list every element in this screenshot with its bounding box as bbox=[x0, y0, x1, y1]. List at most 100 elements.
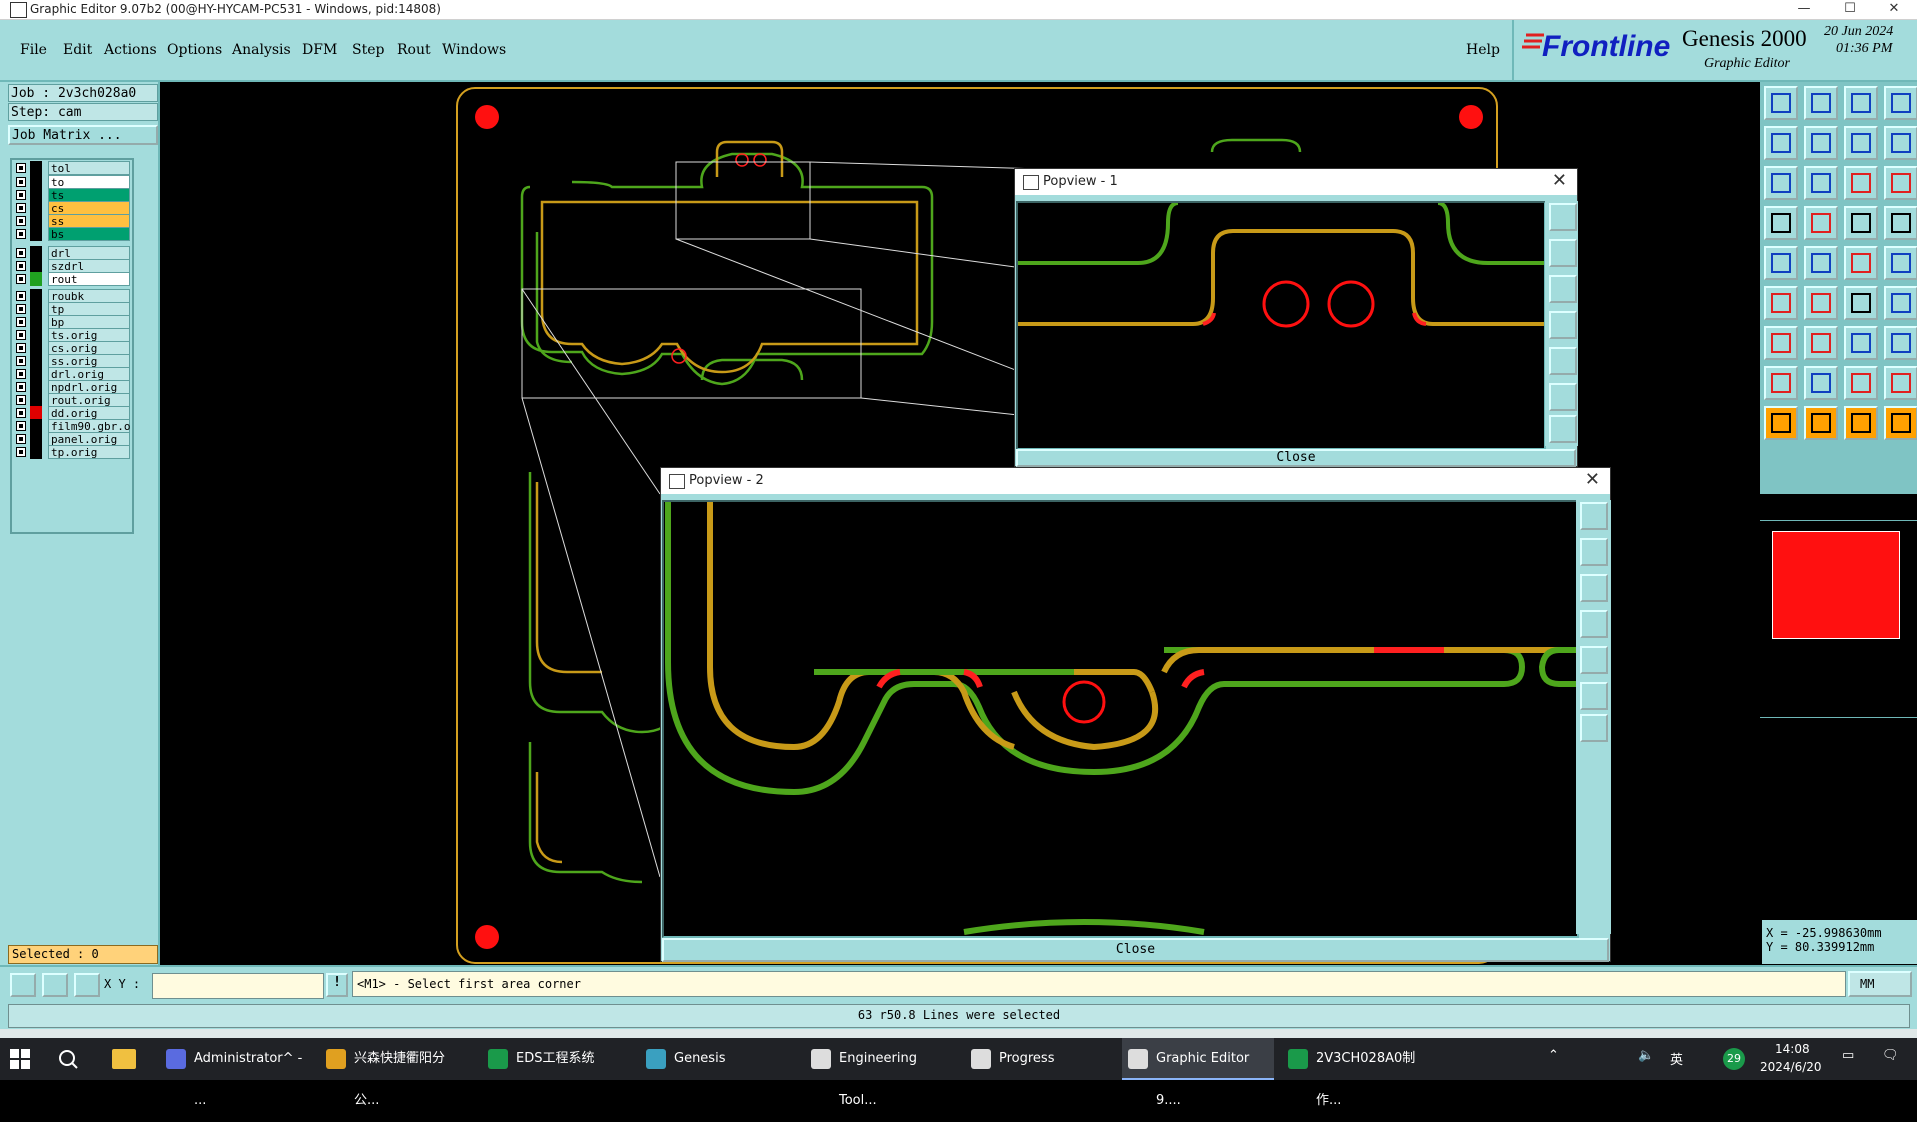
tool-button-r9-c2[interactable] bbox=[1804, 406, 1838, 440]
units-selector[interactable]: MM bbox=[1848, 971, 1912, 997]
layer-name[interactable]: drl bbox=[48, 246, 130, 260]
measure-mode-button[interactable] bbox=[42, 973, 68, 997]
layer-color-swatch[interactable] bbox=[30, 289, 42, 303]
layer-color-swatch[interactable] bbox=[30, 272, 42, 286]
tray-language[interactable]: 英 bbox=[1670, 1049, 1683, 1068]
layer-name[interactable]: tp bbox=[48, 302, 130, 316]
layer-name[interactable]: tol bbox=[48, 161, 130, 175]
layer-checkbox[interactable] bbox=[16, 163, 26, 173]
layer-checkbox[interactable] bbox=[16, 356, 26, 366]
layer-color-swatch[interactable] bbox=[30, 201, 42, 215]
taskbar-item[interactable]: Genesis bbox=[640, 1038, 790, 1080]
layer-row-rout[interactable]: rout bbox=[14, 272, 130, 286]
layer-row-dd-orig[interactable]: dd.orig bbox=[14, 406, 130, 420]
popview-1-close-icon[interactable]: ✕ bbox=[1552, 170, 1567, 191]
tool-button-r2-c3[interactable] bbox=[1844, 126, 1878, 160]
volume-icon[interactable]: 🔈 bbox=[1638, 1048, 1654, 1063]
tray-chevron-icon[interactable]: ⌃ bbox=[1548, 1048, 1559, 1063]
taskbar-item[interactable]: 兴森快捷衢阳分公... bbox=[320, 1038, 470, 1108]
layer-name[interactable]: film90.gbr.o bbox=[48, 419, 130, 433]
popview-pan-right-button[interactable] bbox=[1580, 646, 1608, 674]
menu-step[interactable]: Step bbox=[352, 42, 384, 58]
layer-color-swatch[interactable] bbox=[30, 380, 42, 394]
show-desktop-icon[interactable]: ▭ bbox=[1842, 1048, 1854, 1063]
tool-button-r5-c1[interactable] bbox=[1764, 246, 1798, 280]
layer-checkbox[interactable] bbox=[16, 421, 26, 431]
popview-pan-down-button[interactable] bbox=[1549, 275, 1577, 303]
file-explorer-icon[interactable] bbox=[112, 1049, 136, 1069]
layer-row-film90-gbr-o[interactable]: film90.gbr.o bbox=[14, 419, 130, 433]
layer-checkbox[interactable] bbox=[16, 261, 26, 271]
popview-2-canvas[interactable] bbox=[662, 500, 1579, 938]
layer-color-swatch[interactable] bbox=[30, 406, 42, 420]
popview-pan-down-button[interactable] bbox=[1580, 574, 1608, 602]
layer-color-swatch[interactable] bbox=[30, 445, 42, 459]
layer-color-swatch[interactable] bbox=[30, 175, 42, 189]
tray-date[interactable]: 2024/6/20 bbox=[1760, 1060, 1822, 1074]
layer-row-ts-orig[interactable]: ts.orig bbox=[14, 328, 130, 342]
taskbar-item[interactable]: Graphic Editor 9.... bbox=[1122, 1038, 1274, 1108]
layer-checkbox[interactable] bbox=[16, 274, 26, 284]
layer-name[interactable]: to bbox=[48, 175, 130, 189]
tool-button-r8-c2[interactable] bbox=[1804, 366, 1838, 400]
layer-checkbox[interactable] bbox=[16, 248, 26, 258]
alert-button[interactable]: ! bbox=[326, 973, 348, 997]
menu-help[interactable]: Help bbox=[1466, 42, 1500, 58]
layer-checkbox[interactable] bbox=[16, 343, 26, 353]
tool-button-r4-c4[interactable] bbox=[1884, 206, 1917, 240]
layer-row-ss[interactable]: ss bbox=[14, 214, 130, 228]
layer-checkbox[interactable] bbox=[16, 177, 26, 187]
layer-checkbox[interactable] bbox=[16, 304, 26, 314]
layer-checkbox[interactable] bbox=[16, 317, 26, 327]
layer-checkbox[interactable] bbox=[16, 229, 26, 239]
taskbar-item[interactable]: Administrator^ - ... bbox=[160, 1038, 310, 1108]
layer-name[interactable]: szdrl bbox=[48, 259, 130, 273]
taskbar-item[interactable]: Engineering Tool... bbox=[805, 1038, 955, 1108]
tool-button-r9-c4[interactable] bbox=[1884, 406, 1917, 440]
layer-color-swatch[interactable] bbox=[30, 214, 42, 228]
layer-row-tp-orig[interactable]: tp.orig bbox=[14, 445, 130, 459]
taskbar-item[interactable]: Progress bbox=[965, 1038, 1115, 1080]
layer-name[interactable]: drl.orig bbox=[48, 367, 130, 381]
layer-color-swatch[interactable] bbox=[30, 328, 42, 342]
layer-color-swatch[interactable] bbox=[30, 259, 42, 273]
taskbar-item[interactable]: 2V3CH028A0制作... bbox=[1282, 1038, 1434, 1108]
layer-row-cs[interactable]: cs bbox=[14, 201, 130, 215]
tool-button-r6-c3[interactable] bbox=[1844, 286, 1878, 320]
xy-input[interactable] bbox=[152, 973, 324, 999]
layer-name[interactable]: cs bbox=[48, 201, 130, 215]
tool-button-r1-c3[interactable] bbox=[1844, 86, 1878, 120]
popview-pan-right-button[interactable] bbox=[1549, 347, 1577, 375]
layer-row-roubk[interactable]: roubk bbox=[14, 289, 130, 303]
layer-name[interactable]: ts.orig bbox=[48, 328, 130, 342]
snap-mode-button[interactable] bbox=[10, 973, 36, 997]
layer-color-swatch[interactable] bbox=[30, 393, 42, 407]
tool-button-r4-c3[interactable] bbox=[1844, 206, 1878, 240]
layer-row-szdrl[interactable]: szdrl bbox=[14, 259, 130, 273]
tool-button-r7-c2[interactable] bbox=[1804, 326, 1838, 360]
layer-name[interactable]: bp bbox=[48, 315, 130, 329]
menu-options[interactable]: Options bbox=[167, 42, 222, 58]
layer-color-swatch[interactable] bbox=[30, 246, 42, 260]
layer-row-ts[interactable]: ts bbox=[14, 188, 130, 202]
popview-zoom-out-button[interactable] bbox=[1580, 714, 1608, 742]
layer-name[interactable]: roubk bbox=[48, 289, 130, 303]
layer-row-panel-orig[interactable]: panel.orig bbox=[14, 432, 130, 446]
start-windows-icon[interactable] bbox=[10, 1049, 30, 1069]
layer-name[interactable]: rout bbox=[48, 272, 130, 286]
taskbar-item[interactable]: EDS工程系统 bbox=[482, 1038, 632, 1080]
layer-checkbox[interactable] bbox=[16, 190, 26, 200]
grid-mode-button[interactable] bbox=[74, 973, 100, 997]
menu-edit[interactable]: Edit bbox=[63, 42, 92, 58]
layer-color-swatch[interactable] bbox=[30, 367, 42, 381]
tool-button-r4-c1[interactable] bbox=[1764, 206, 1798, 240]
popview-pan-up-button[interactable] bbox=[1580, 538, 1608, 566]
layer-name[interactable]: tp.orig bbox=[48, 445, 130, 459]
layer-name[interactable]: cs.orig bbox=[48, 341, 130, 355]
popview-zoom-fit-button[interactable] bbox=[1549, 203, 1577, 231]
tool-button-r8-c3[interactable] bbox=[1844, 366, 1878, 400]
notification-badge[interactable]: 29 bbox=[1723, 1048, 1745, 1070]
menu-dfm[interactable]: DFM bbox=[302, 42, 337, 58]
layer-row-tp[interactable]: tp bbox=[14, 302, 130, 316]
menu-rout[interactable]: Rout bbox=[397, 42, 431, 58]
